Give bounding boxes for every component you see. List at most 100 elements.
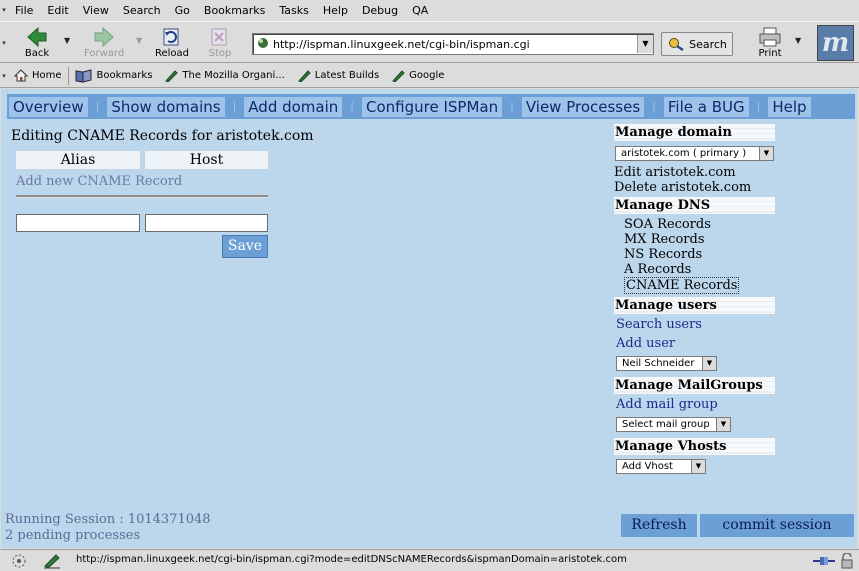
- divider: [16, 195, 268, 198]
- menu-qa[interactable]: QA: [405, 4, 435, 17]
- dns-link-ns[interactable]: NS Records: [624, 247, 702, 262]
- home-button[interactable]: Home: [8, 69, 68, 82]
- forward-arrow-icon: [94, 26, 114, 48]
- home-label: Home: [32, 70, 62, 81]
- chevron-down-icon: ▼: [759, 147, 773, 160]
- bookmarks-label: Bookmarks: [96, 70, 153, 81]
- reload-button[interactable]: Reload: [152, 25, 192, 61]
- forward-label: Forward: [84, 48, 125, 59]
- bookmark-google[interactable]: Google: [385, 69, 450, 82]
- save-button[interactable]: Save: [222, 235, 268, 258]
- url-dropdown-icon[interactable]: ▼: [637, 35, 653, 53]
- user-select[interactable]: Neil Schneider ▼: [616, 356, 717, 371]
- manage-domain-heading: Manage domain: [614, 124, 775, 141]
- bookmarks-icon: [75, 68, 92, 83]
- host-input[interactable]: [145, 214, 268, 232]
- running-session-text: Running Session : 1014371048: [5, 512, 211, 527]
- personal-toolbar: ▾ Home Bookmarks The Mozilla Organi... L…: [0, 64, 859, 88]
- print-dropdown-icon[interactable]: ▼: [795, 36, 801, 45]
- add-mail-group-link[interactable]: Add mail group: [616, 397, 718, 412]
- search-users-link[interactable]: Search users: [616, 317, 702, 332]
- menu-search[interactable]: Search: [116, 4, 168, 17]
- dns-link-soa[interactable]: SOA Records: [624, 217, 711, 232]
- menu-bar: ▾ File Edit View Search Go Bookmarks Tas…: [0, 0, 859, 20]
- printer-icon: [759, 27, 781, 47]
- search-button[interactable]: Search: [661, 32, 733, 56]
- edit-domain-link[interactable]: Edit aristotek.com: [614, 165, 736, 180]
- menu-debug[interactable]: Debug: [355, 4, 405, 17]
- url-bar[interactable]: ▼: [252, 33, 654, 55]
- bookmark-latest-builds[interactable]: Latest Builds: [291, 69, 385, 82]
- menu-bookmarks[interactable]: Bookmarks: [197, 4, 272, 17]
- chevron-down-icon: ▼: [691, 460, 705, 473]
- nav-configure-ispman[interactable]: Configure ISPMan: [362, 96, 503, 117]
- bookmarks-button[interactable]: Bookmarks: [69, 68, 159, 83]
- user-select-value: Neil Schneider: [622, 358, 695, 369]
- alias-input[interactable]: [16, 214, 140, 232]
- bookmark-latest-builds-label: Latest Builds: [314, 70, 380, 81]
- domain-select[interactable]: aristotek.com ( primary ) ▼: [615, 146, 774, 161]
- mozilla-logo-icon[interactable]: m: [817, 25, 854, 61]
- menu-tasks[interactable]: Tasks: [272, 4, 315, 17]
- lock-icon[interactable]: [840, 553, 854, 569]
- status-text: http://ispman.linuxgeek.net/cgi-bin/ispm…: [76, 554, 627, 565]
- manage-mailgroups-heading: Manage MailGroups: [614, 377, 775, 394]
- vhost-select[interactable]: Add Vhost ▼: [616, 459, 706, 474]
- column-header-alias: Alias: [16, 151, 140, 169]
- nav-show-domains[interactable]: Show domains: [107, 96, 225, 117]
- mail-group-select-value: Select mail group: [622, 419, 710, 430]
- nav-separator: |: [350, 100, 355, 113]
- menu-view[interactable]: View: [76, 4, 116, 17]
- dns-link-cname[interactable]: CNAME Records: [624, 277, 740, 294]
- nav-help[interactable]: Help: [768, 96, 811, 117]
- back-button[interactable]: Back: [17, 25, 57, 61]
- nav-overview[interactable]: Overview: [9, 96, 88, 117]
- stop-button[interactable]: Stop: [200, 25, 240, 61]
- composer-icon[interactable]: [42, 553, 62, 569]
- dns-link-mx[interactable]: MX Records: [624, 232, 705, 247]
- back-dropdown-icon[interactable]: ▼: [64, 36, 70, 45]
- online-status-icon[interactable]: [812, 554, 836, 568]
- menu-go[interactable]: Go: [168, 4, 197, 17]
- page-content: Overview | Show domains | Add domain | C…: [1, 89, 858, 548]
- add-new-cname-label: Add new CNAME Record: [16, 174, 183, 189]
- reload-icon: [163, 28, 179, 46]
- home-icon: [14, 69, 28, 82]
- commit-session-button[interactable]: commit session: [700, 514, 854, 537]
- page-icon: [253, 37, 273, 52]
- toolbar-grip-icon[interactable]: ▾: [0, 22, 8, 64]
- menu-help[interactable]: Help: [316, 4, 355, 17]
- bookmark-mozilla-label: The Mozilla Organi...: [182, 70, 285, 81]
- stop-icon: [211, 28, 227, 46]
- url-input[interactable]: [273, 37, 637, 51]
- nav-view-processes[interactable]: View Processes: [521, 96, 645, 117]
- forward-button[interactable]: Forward: [84, 25, 124, 61]
- nav-file-a-bug[interactable]: File a BUG: [663, 96, 749, 117]
- nav-separator: |: [510, 100, 514, 113]
- manage-vhosts-heading: Manage Vhosts: [614, 438, 775, 455]
- bookmark-mozilla-org[interactable]: The Mozilla Organi...: [158, 69, 290, 82]
- refresh-button[interactable]: Refresh: [621, 514, 697, 537]
- page-title: Editing CNAME Records for aristotek.com: [11, 128, 314, 144]
- nav-separator: |: [756, 100, 761, 113]
- forward-dropdown-icon[interactable]: ▼: [136, 36, 142, 45]
- dns-link-a[interactable]: A Records: [624, 262, 691, 277]
- menubar-grip-icon[interactable]: ▾: [0, 0, 8, 20]
- personal-toolbar-grip-icon[interactable]: ▾: [0, 64, 8, 87]
- manage-users-heading: Manage users: [614, 297, 775, 314]
- delete-domain-link[interactable]: Delete aristotek.com: [614, 180, 751, 195]
- nav-add-domain[interactable]: Add domain: [244, 96, 343, 117]
- menu-file[interactable]: File: [8, 4, 40, 17]
- throbber-icon[interactable]: [10, 553, 28, 569]
- search-label: Search: [689, 37, 727, 51]
- column-header-host: Host: [145, 151, 268, 169]
- back-arrow-icon: [27, 26, 47, 48]
- pending-processes-text: 2 pending processes: [5, 528, 141, 543]
- ispman-top-nav: Overview | Show domains | Add domain | C…: [7, 94, 855, 119]
- print-label: Print: [758, 48, 782, 59]
- add-user-link[interactable]: Add user: [616, 336, 675, 351]
- menu-edit[interactable]: Edit: [40, 4, 75, 17]
- navigation-toolbar: ▾ Back ▼ Forward ▼ Reload Stop ▼: [0, 21, 859, 63]
- print-button[interactable]: Print: [750, 25, 790, 61]
- mail-group-select[interactable]: Select mail group ▼: [616, 417, 731, 432]
